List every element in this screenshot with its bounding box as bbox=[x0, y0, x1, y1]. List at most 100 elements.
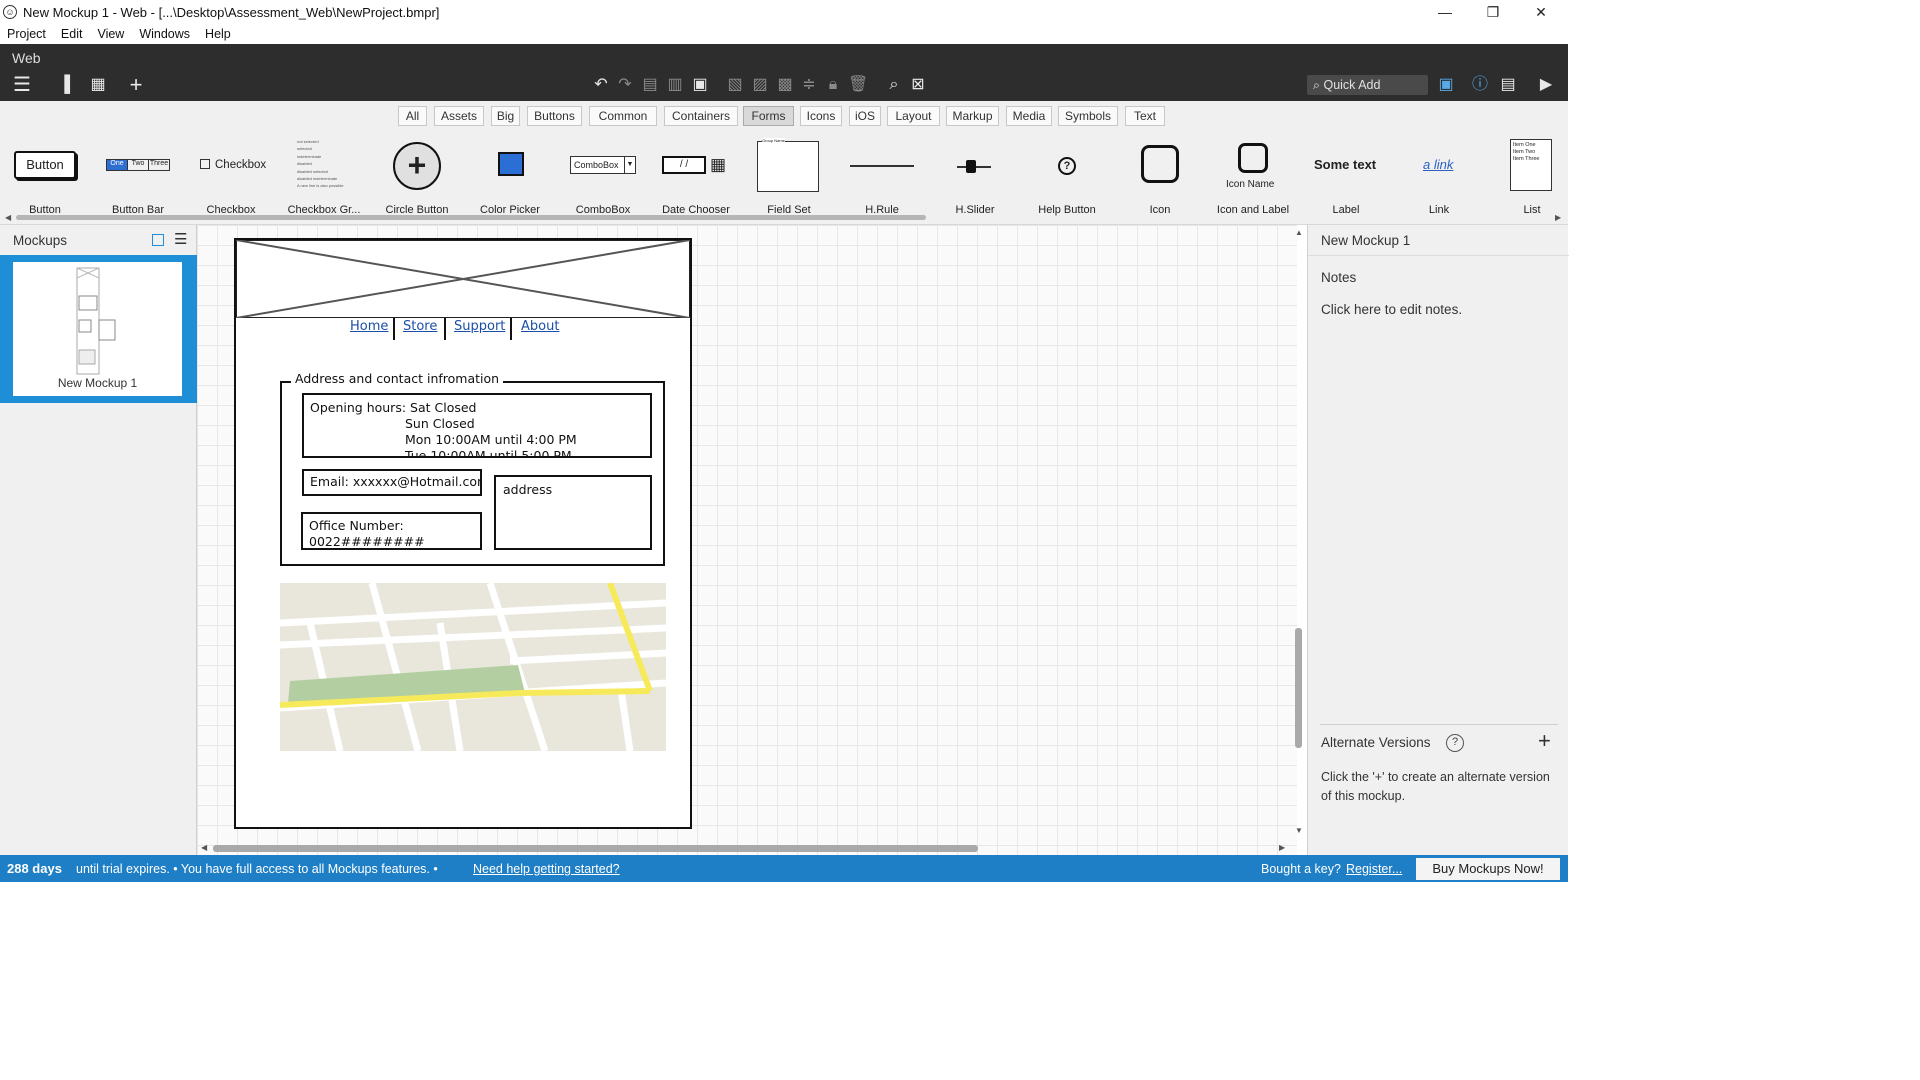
menu-edit[interactable]: Edit bbox=[61, 27, 83, 41]
design-canvas[interactable]: Home Store Support About Address and con… bbox=[197, 225, 1297, 855]
add-version-icon[interactable]: + bbox=[1538, 728, 1551, 754]
tab-big[interactable]: Big bbox=[491, 106, 520, 126]
minimize-icon[interactable]: — bbox=[1422, 0, 1468, 24]
label-preview[interactable]: Some text bbox=[1314, 157, 1376, 172]
email-field[interactable]: Email: xxxxxx@Hotmail.com bbox=[302, 469, 482, 496]
checkbox-group-item: selected bbox=[297, 146, 312, 152]
vertical-scrollbar[interactable]: ▲ ▼ bbox=[1291, 228, 1307, 840]
mockup-title[interactable]: New Mockup 1 bbox=[1321, 233, 1410, 248]
tab-media[interactable]: Media bbox=[1006, 106, 1052, 126]
tab-buttons[interactable]: Buttons bbox=[527, 106, 582, 126]
button-bar-item: One bbox=[107, 160, 127, 170]
circle-button-preview[interactable]: + bbox=[393, 142, 441, 190]
list-view-icon[interactable]: ☰ bbox=[174, 230, 187, 248]
field-set-preview[interactable]: Group Name bbox=[757, 138, 819, 192]
address-textarea[interactable]: address bbox=[494, 475, 652, 550]
tab-forms[interactable]: Forms bbox=[743, 106, 794, 126]
trash-icon[interactable]: 🗑︎ bbox=[848, 75, 868, 95]
register-link[interactable]: Register... bbox=[1346, 862, 1402, 876]
component-label: H.Slider bbox=[955, 204, 995, 216]
color-picker-preview[interactable] bbox=[498, 152, 524, 176]
ungroup-icon[interactable]: ▨ bbox=[750, 75, 770, 95]
tab-common[interactable]: Common bbox=[589, 106, 657, 126]
cut-icon[interactable]: ▥ bbox=[665, 75, 685, 95]
copy-icon[interactable]: ▤ bbox=[640, 75, 660, 95]
tab-icons[interactable]: Icons bbox=[800, 106, 842, 126]
hamburger-menu-icon[interactable]: ☰ bbox=[12, 75, 32, 95]
menu-windows[interactable]: Windows bbox=[139, 27, 190, 41]
tab-layout[interactable]: Layout bbox=[887, 106, 940, 126]
scroll-down-icon[interactable]: ▼ bbox=[1295, 826, 1303, 835]
combobox-preview[interactable]: ComboBox ▼ bbox=[570, 156, 636, 174]
combobox-preview-label: ComboBox bbox=[574, 160, 619, 170]
checkbox-group-item: not selected bbox=[297, 139, 319, 144]
add-icon[interactable]: + bbox=[126, 74, 146, 96]
ui-library-icon[interactable]: ▣ bbox=[1436, 75, 1456, 95]
date-chooser-preview[interactable]: / / bbox=[662, 156, 706, 174]
help-link[interactable]: Need help getting started? bbox=[473, 862, 620, 876]
opening-hours-textarea[interactable]: Opening hours: Sat Closed Sun Closed Mon… bbox=[302, 393, 652, 458]
single-pane-icon[interactable]: ▌ bbox=[60, 75, 80, 95]
tab-markup[interactable]: Markup bbox=[946, 106, 999, 126]
list-preview[interactable]: Item One Item Two Item Three bbox=[1510, 139, 1552, 191]
paste-icon[interactable]: ▣ bbox=[690, 75, 710, 95]
menu-project[interactable]: Project bbox=[7, 27, 46, 41]
tab-text[interactable]: Text bbox=[1125, 106, 1165, 126]
tab-containers[interactable]: Containers bbox=[664, 106, 738, 126]
buy-now-button[interactable]: Buy Mockups Now! bbox=[1416, 858, 1560, 880]
restore-icon[interactable]: ❐ bbox=[1470, 0, 1516, 24]
shelf-scrollbar[interactable] bbox=[16, 215, 926, 220]
nav-link-about[interactable]: About bbox=[521, 319, 559, 334]
scroll-right-icon[interactable]: ▶ bbox=[1555, 213, 1561, 222]
menu-help[interactable]: Help bbox=[205, 27, 231, 41]
align-icon[interactable]: ≑ bbox=[799, 75, 819, 95]
grid-view-icon[interactable]: ▦ bbox=[88, 75, 108, 95]
presentation-icon[interactable]: ▶ bbox=[1536, 75, 1556, 95]
nav-link-support[interactable]: Support bbox=[454, 319, 505, 334]
office-number-field[interactable]: Office Number: 0022######## bbox=[301, 512, 482, 550]
horizontal-scroll-thumb[interactable] bbox=[213, 845, 978, 852]
scroll-left-icon[interactable]: ◀ bbox=[5, 213, 11, 222]
icon-and-label-preview[interactable] bbox=[1238, 143, 1268, 173]
map-image[interactable] bbox=[280, 583, 666, 751]
horizontal-scrollbar[interactable]: ◀ ▶ bbox=[197, 841, 1291, 855]
checkbox-group-preview[interactable]: not selected selected indeterminate disa… bbox=[297, 138, 355, 190]
mockup-thumbnail-selected[interactable]: New Mockup 1 bbox=[0, 255, 197, 403]
menu-view[interactable]: View bbox=[97, 27, 124, 41]
button-bar-preview[interactable]: One Two Three bbox=[106, 159, 170, 171]
hrule-preview[interactable] bbox=[850, 165, 914, 167]
checkbox-preview[interactable]: Checkbox bbox=[200, 159, 266, 171]
nav-link-store[interactable]: Store bbox=[403, 319, 437, 334]
search-icon[interactable]: ⌕ bbox=[884, 75, 904, 95]
icon-preview[interactable] bbox=[1141, 145, 1179, 183]
info-icon[interactable]: ⓘ bbox=[1470, 75, 1490, 95]
mockup-thumbnail-label: New Mockup 1 bbox=[57, 376, 138, 390]
help-icon[interactable]: ? bbox=[1446, 734, 1464, 752]
redo-icon[interactable]: ↷ bbox=[615, 75, 635, 95]
checkbox-group-item: disabled indeterminate bbox=[297, 176, 338, 182]
vertical-scroll-thumb[interactable] bbox=[1295, 628, 1302, 748]
close-icon[interactable]: ✕ bbox=[1518, 0, 1564, 24]
office-number-label: Office Number: bbox=[309, 518, 404, 533]
lock-icon[interactable]: 🔒︎ bbox=[823, 75, 843, 95]
tab-symbols[interactable]: Symbols bbox=[1058, 106, 1118, 126]
scroll-left-icon[interactable]: ◀ bbox=[201, 843, 207, 852]
undo-icon[interactable]: ↶ bbox=[591, 75, 611, 95]
tab-ios[interactable]: iOS bbox=[849, 106, 881, 126]
scroll-up-icon[interactable]: ▲ bbox=[1295, 228, 1303, 237]
tab-all[interactable]: All bbox=[398, 106, 427, 126]
button-preview[interactable]: Button bbox=[14, 151, 76, 179]
quick-add-input[interactable]: ⌕ Quick Add bbox=[1307, 75, 1428, 95]
thumbnail-view-icon[interactable] bbox=[152, 234, 164, 246]
notes-field[interactable]: Click here to edit notes. bbox=[1321, 302, 1462, 317]
tab-assets[interactable]: Assets bbox=[434, 106, 484, 126]
fullscreen-icon[interactable]: ⊠ bbox=[908, 75, 928, 95]
bring-front-icon[interactable]: ▩ bbox=[775, 75, 795, 95]
image-placeholder[interactable] bbox=[236, 240, 690, 318]
link-preview[interactable]: a link bbox=[1423, 157, 1453, 172]
scroll-right-icon[interactable]: ▶ bbox=[1279, 843, 1285, 852]
group-icon[interactable]: ▧ bbox=[725, 75, 745, 95]
nav-link-home[interactable]: Home bbox=[350, 319, 388, 334]
help-button-preview[interactable]: ? bbox=[1058, 157, 1076, 175]
properties-icon[interactable]: ▤ bbox=[1498, 75, 1518, 95]
